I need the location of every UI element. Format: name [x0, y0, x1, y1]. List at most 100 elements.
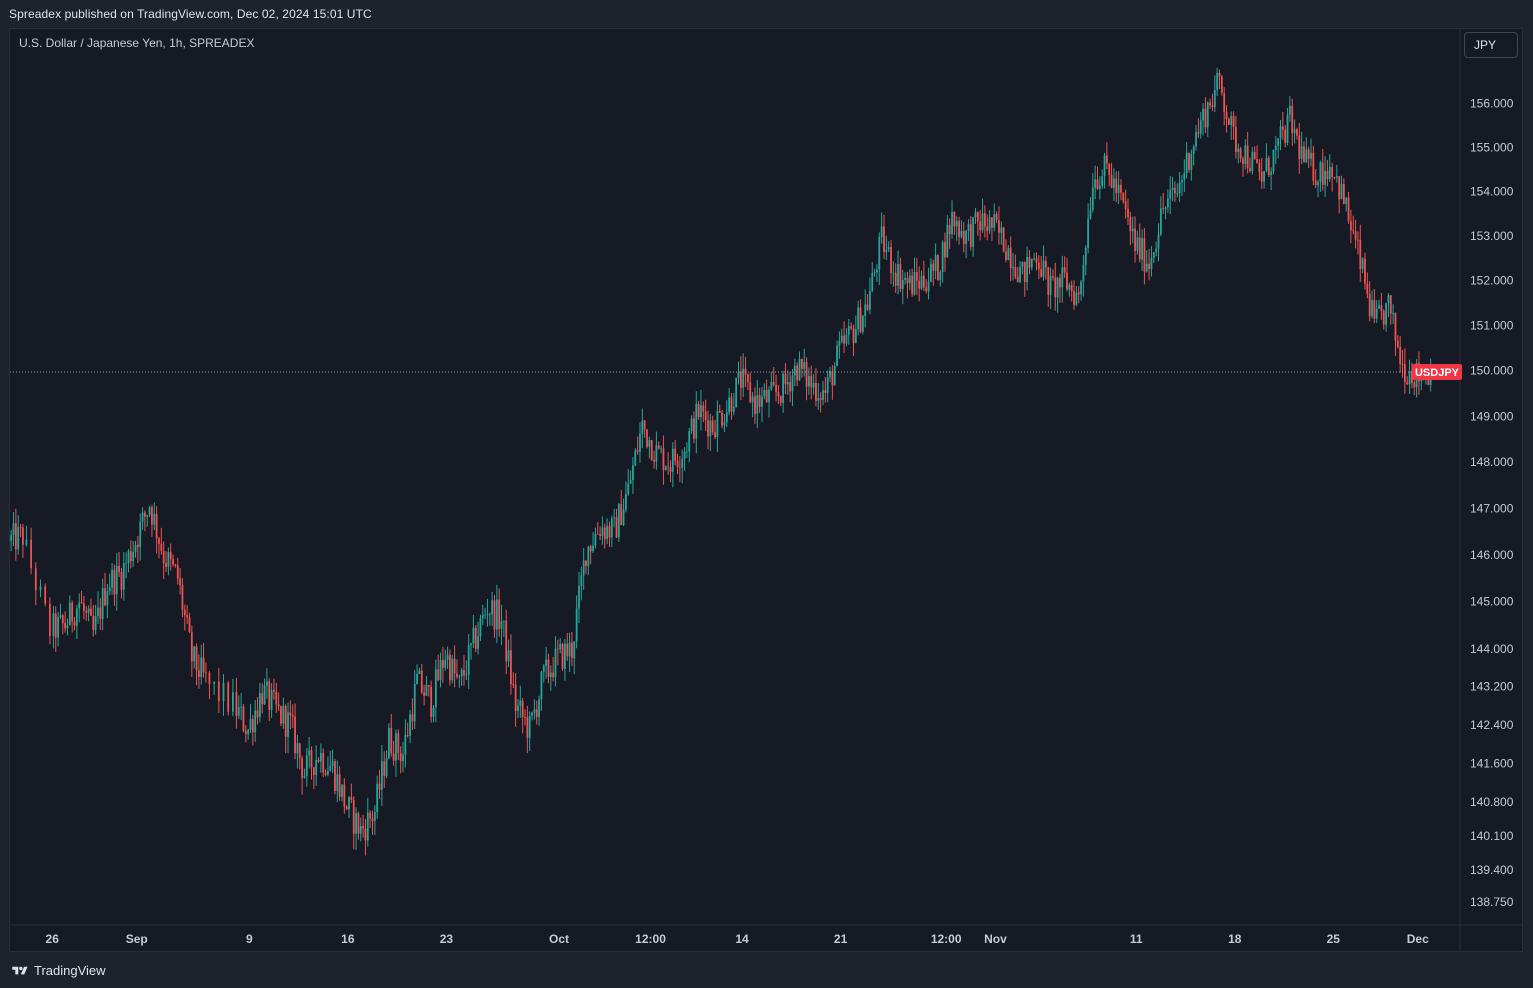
candle-body: [208, 672, 211, 684]
candle-body: [402, 754, 404, 762]
candle-body: [380, 761, 383, 790]
candle-body: [796, 365, 799, 381]
candle-body: [1303, 146, 1305, 163]
candle-body: [193, 646, 196, 662]
candle-body: [1265, 157, 1268, 171]
candle-body: [791, 375, 794, 392]
candle-body: [420, 670, 423, 693]
tradingview-brand[interactable]: TradingView: [10, 963, 106, 978]
candle-body: [920, 275, 923, 289]
candle-body: [352, 799, 355, 834]
candle-body: [111, 569, 113, 588]
candle-body: [1396, 340, 1399, 347]
candle-body: [87, 608, 90, 613]
candle-body: [1310, 152, 1312, 159]
candle-body: [864, 304, 867, 316]
candle-body: [1284, 129, 1287, 143]
price-tick-label: 145.000: [1470, 595, 1514, 609]
candle-body: [172, 559, 174, 565]
candle-body: [364, 828, 367, 841]
candle-body: [1342, 183, 1345, 204]
candle-body: [1026, 257, 1029, 283]
candle-body: [125, 562, 128, 564]
candle-body: [1007, 247, 1010, 260]
candle-body: [1009, 247, 1012, 269]
last-price-symbol-label: USDJPY: [1415, 367, 1460, 379]
candle-body: [104, 588, 106, 606]
candle-body: [1288, 105, 1291, 115]
candle-body: [897, 264, 899, 286]
candle-body: [789, 381, 792, 392]
candle-body: [573, 641, 576, 659]
candle-body: [83, 603, 85, 611]
candle-body: [1279, 126, 1282, 139]
candle-body: [291, 715, 294, 717]
candle-body: [1096, 179, 1099, 189]
candle-body: [655, 445, 658, 462]
candles: [10, 67, 1432, 856]
candle-body: [1174, 187, 1176, 194]
symbol-title: U.S. Dollar / Japanese Yen, 1h, SPREADEX: [19, 36, 255, 50]
chart-panel[interactable]: 156.000 155.000 154.000 153.000 152.000 151.0…: [9, 28, 1523, 952]
candle-body: [1220, 76, 1223, 94]
price-chart[interactable]: 156.000 155.000 154.000 153.000 152.000 151.0…: [10, 29, 1522, 951]
candle-body: [1195, 132, 1197, 147]
candle-body: [144, 512, 146, 517]
candle-body: [1021, 262, 1024, 267]
candle-body: [348, 797, 350, 810]
candle-body: [1129, 216, 1132, 232]
candle-body: [1380, 305, 1383, 311]
candle-body: [48, 603, 51, 636]
candle-body: [1014, 266, 1017, 277]
candle-body: [1296, 129, 1298, 136]
candle-body: [946, 224, 949, 258]
price-tick-label: 144.000: [1470, 642, 1514, 656]
time-tick-label: 16: [341, 932, 355, 946]
candle-body: [660, 448, 662, 450]
candle-body: [803, 362, 806, 369]
candle-body: [1223, 93, 1226, 112]
candle-body: [908, 275, 911, 284]
candle-body: [671, 448, 674, 472]
candle-body: [526, 717, 529, 738]
candle-body: [1293, 129, 1296, 134]
candle-body: [993, 213, 996, 228]
currency-button[interactable]: JPY: [1464, 32, 1518, 58]
candle-body: [1408, 371, 1411, 385]
candle-body: [714, 432, 716, 438]
candle-body: [775, 385, 777, 393]
candle-body: [869, 291, 871, 310]
candle-body: [808, 375, 810, 387]
candle-body: [1335, 176, 1338, 178]
candle-body: [1117, 184, 1120, 194]
candle-body: [1070, 285, 1073, 292]
candle-body: [481, 614, 484, 619]
price-tick-label: 151.000: [1470, 318, 1514, 332]
candle-body: [249, 719, 252, 730]
candle-body: [1209, 102, 1212, 106]
candle-body: [312, 767, 315, 775]
candle-body: [1098, 185, 1101, 189]
candle-body: [1042, 260, 1045, 277]
candle-body: [810, 375, 813, 388]
candle-body: [892, 272, 895, 274]
candle-body: [582, 560, 585, 576]
candle-body: [460, 669, 463, 677]
candle-body: [1340, 183, 1343, 200]
candle-body: [934, 255, 937, 271]
candle-body: [732, 406, 735, 412]
candle-body: [1094, 179, 1097, 188]
candle-body: [1392, 313, 1395, 314]
candle-body: [1232, 116, 1235, 128]
candle-body: [294, 716, 296, 754]
candle-body: [115, 565, 118, 595]
candle-body: [1136, 237, 1139, 251]
candle-body: [319, 753, 322, 762]
candle-body: [1131, 228, 1134, 232]
candle-body: [866, 304, 869, 310]
candle-body: [1159, 208, 1162, 235]
candle-body: [66, 625, 69, 629]
time-tick-label: 9: [246, 932, 253, 946]
candle-body: [1326, 171, 1329, 179]
candle-body: [922, 275, 925, 288]
